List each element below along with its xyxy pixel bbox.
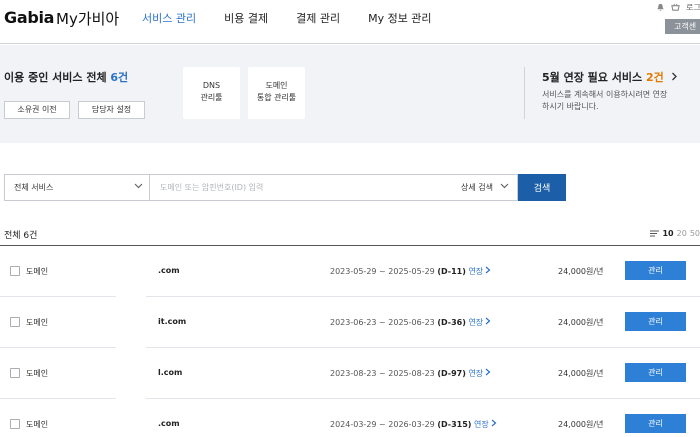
- service-filter-value: 전체 서비스: [14, 183, 54, 192]
- service-count-title: 이용 중인 서비스 전체 6건: [4, 69, 128, 85]
- search-bar: 전체 서비스 상세 검색 검색: [4, 174, 566, 201]
- service-period: 2023-05-29 ~ 2025-05-29 (D-11) 연장: [330, 266, 491, 277]
- service-period: 2023-06-23 ~ 2025-06-23 (D-36) 연장: [330, 317, 491, 328]
- masked-area: [116, 399, 146, 437]
- chevron-right-icon: [485, 317, 491, 325]
- masked-area: [116, 348, 146, 399]
- service-count-label: 이용 중인 서비스 전체: [4, 71, 111, 84]
- service-type: 도메인: [26, 267, 49, 276]
- transfer-ownership-button[interactable]: 소유권 이전: [4, 101, 70, 119]
- table-row: 도메인 .com 2023-05-29 ~ 2025-05-29 (D-11) …: [0, 246, 700, 297]
- period-range: 2024-03-29 ~ 2026-03-29: [330, 420, 435, 429]
- search-input[interactable]: [149, 174, 449, 201]
- nav-my-info[interactable]: My 정보 관리: [368, 10, 431, 26]
- d-day: (D-97): [437, 369, 466, 378]
- nav-billing[interactable]: 결제 관리: [296, 10, 340, 26]
- domain-tool-card[interactable]: 도메인 통합 관리툴: [248, 67, 305, 119]
- page-size-10[interactable]: 10: [662, 229, 673, 238]
- masked-area: [116, 297, 146, 348]
- main-nav: 서비스 관리 비용 결제 결제 관리 My 정보 관리: [142, 10, 460, 26]
- renewal-needed-count: 2건: [645, 71, 664, 84]
- domain-name: it.com: [158, 317, 187, 326]
- service-period: 2024-03-29 ~ 2026-03-29 (D-315) 연장: [330, 419, 497, 430]
- manage-button[interactable]: 관리: [625, 312, 686, 331]
- chevron-right-icon: [485, 266, 491, 274]
- d-day: (D-36): [437, 318, 466, 327]
- domain-tool-line1: 도메인: [265, 81, 288, 90]
- table-row: 도메인 .com 2024-03-29 ~ 2026-03-29 (D-315)…: [0, 399, 700, 437]
- price: 24,000원/년: [558, 420, 604, 429]
- chevron-down-icon: [134, 183, 143, 189]
- nav-payment[interactable]: 비용 결제: [224, 10, 268, 26]
- manage-button[interactable]: 관리: [625, 261, 686, 280]
- domain-tool-line2: 통합 관리툴: [256, 93, 297, 102]
- period-range: 2023-05-29 ~ 2025-05-29: [330, 267, 435, 276]
- service-period: 2023-08-23 ~ 2025-08-23 (D-97) 연장: [330, 368, 491, 379]
- renew-link[interactable]: 연장: [474, 420, 489, 429]
- dns-tool-line1: DNS: [202, 81, 221, 90]
- manage-button[interactable]: 관리: [625, 363, 686, 382]
- renew-link[interactable]: 연장: [468, 369, 483, 378]
- chevron-right-icon: [671, 72, 677, 81]
- service-type: 도메인: [26, 369, 49, 378]
- dns-tool-card[interactable]: DNS 관리툴: [183, 67, 240, 119]
- domain-name: .com: [158, 266, 180, 275]
- dns-tool-line2: 관리툴: [200, 93, 223, 102]
- service-type: 도메인: [26, 318, 49, 327]
- d-day: (D-11): [437, 267, 466, 276]
- chevron-right-icon: [491, 419, 497, 427]
- cart-icon[interactable]: [671, 3, 680, 12]
- d-day: (D-315): [437, 420, 472, 429]
- row-checkbox[interactable]: [10, 368, 20, 378]
- nav-service-management[interactable]: 서비스 관리: [142, 10, 196, 26]
- bell-icon[interactable]: [656, 3, 665, 12]
- logo-sub[interactable]: My가비아: [56, 8, 119, 29]
- page-size-20[interactable]: 20: [677, 229, 687, 238]
- service-summary: 이용 중인 서비스 전체 6건 소유권 이전 담당자 설정 DNS 관리툴 도메…: [0, 45, 700, 143]
- table-row: 도메인 l.com 2023-08-23 ~ 2025-08-23 (D-97)…: [0, 348, 700, 399]
- domain-name: l.com: [158, 368, 183, 377]
- period-range: 2023-06-23 ~ 2025-06-23: [330, 318, 435, 327]
- chevron-down-icon: [500, 183, 509, 189]
- renew-link[interactable]: 연장: [468, 267, 483, 276]
- customer-center-button[interactable]: 고객센: [665, 19, 700, 34]
- period-range: 2023-08-23 ~ 2025-08-23: [330, 369, 435, 378]
- list-icon: [650, 230, 660, 237]
- domain-name: .com: [158, 419, 180, 428]
- total-count: 전체 6건: [4, 231, 38, 241]
- logo[interactable]: Gabia: [4, 8, 54, 27]
- price: 24,000원/년: [558, 369, 604, 378]
- search-button[interactable]: 검색: [518, 174, 566, 201]
- detail-search-toggle[interactable]: 상세 검색: [449, 174, 518, 201]
- manage-button[interactable]: 관리: [625, 414, 686, 433]
- table-row: 도메인 it.com 2023-06-23 ~ 2025-06-23 (D-36…: [0, 297, 700, 348]
- page-size-50[interactable]: 50: [690, 229, 700, 238]
- header: Gabia My가비아 서비스 관리 비용 결제 결제 관리 My 정보 관리 …: [0, 0, 700, 44]
- summary-divider: [524, 67, 525, 119]
- renewal-description: 서비스를 계속해서 이용하시려면 연장하시기 바랍니다.: [542, 90, 668, 111]
- login-link[interactable]: 로그: [686, 2, 700, 13]
- service-filter-select[interactable]: 전체 서비스: [4, 174, 149, 201]
- price: 24,000원/년: [558, 318, 604, 327]
- chevron-right-icon: [485, 368, 491, 376]
- page-size-selector: 10 20 50: [650, 229, 700, 238]
- renewal-needed-link[interactable]: 5월 연장 필요 서비스 2건: [542, 69, 678, 85]
- util-links: 로그: [656, 2, 700, 13]
- row-checkbox[interactable]: [10, 419, 20, 429]
- detail-search-label: 상세 검색: [461, 183, 493, 192]
- service-count: 6건: [110, 71, 129, 84]
- manager-settings-button[interactable]: 담당자 설정: [78, 101, 145, 119]
- renewal-needed-label: 5월 연장 필요 서비스: [542, 71, 646, 84]
- price: 24,000원/년: [558, 267, 604, 276]
- row-checkbox[interactable]: [10, 266, 20, 276]
- service-type: 도메인: [26, 420, 49, 429]
- renew-link[interactable]: 연장: [468, 318, 483, 327]
- masked-area: [116, 246, 146, 297]
- row-checkbox[interactable]: [10, 317, 20, 327]
